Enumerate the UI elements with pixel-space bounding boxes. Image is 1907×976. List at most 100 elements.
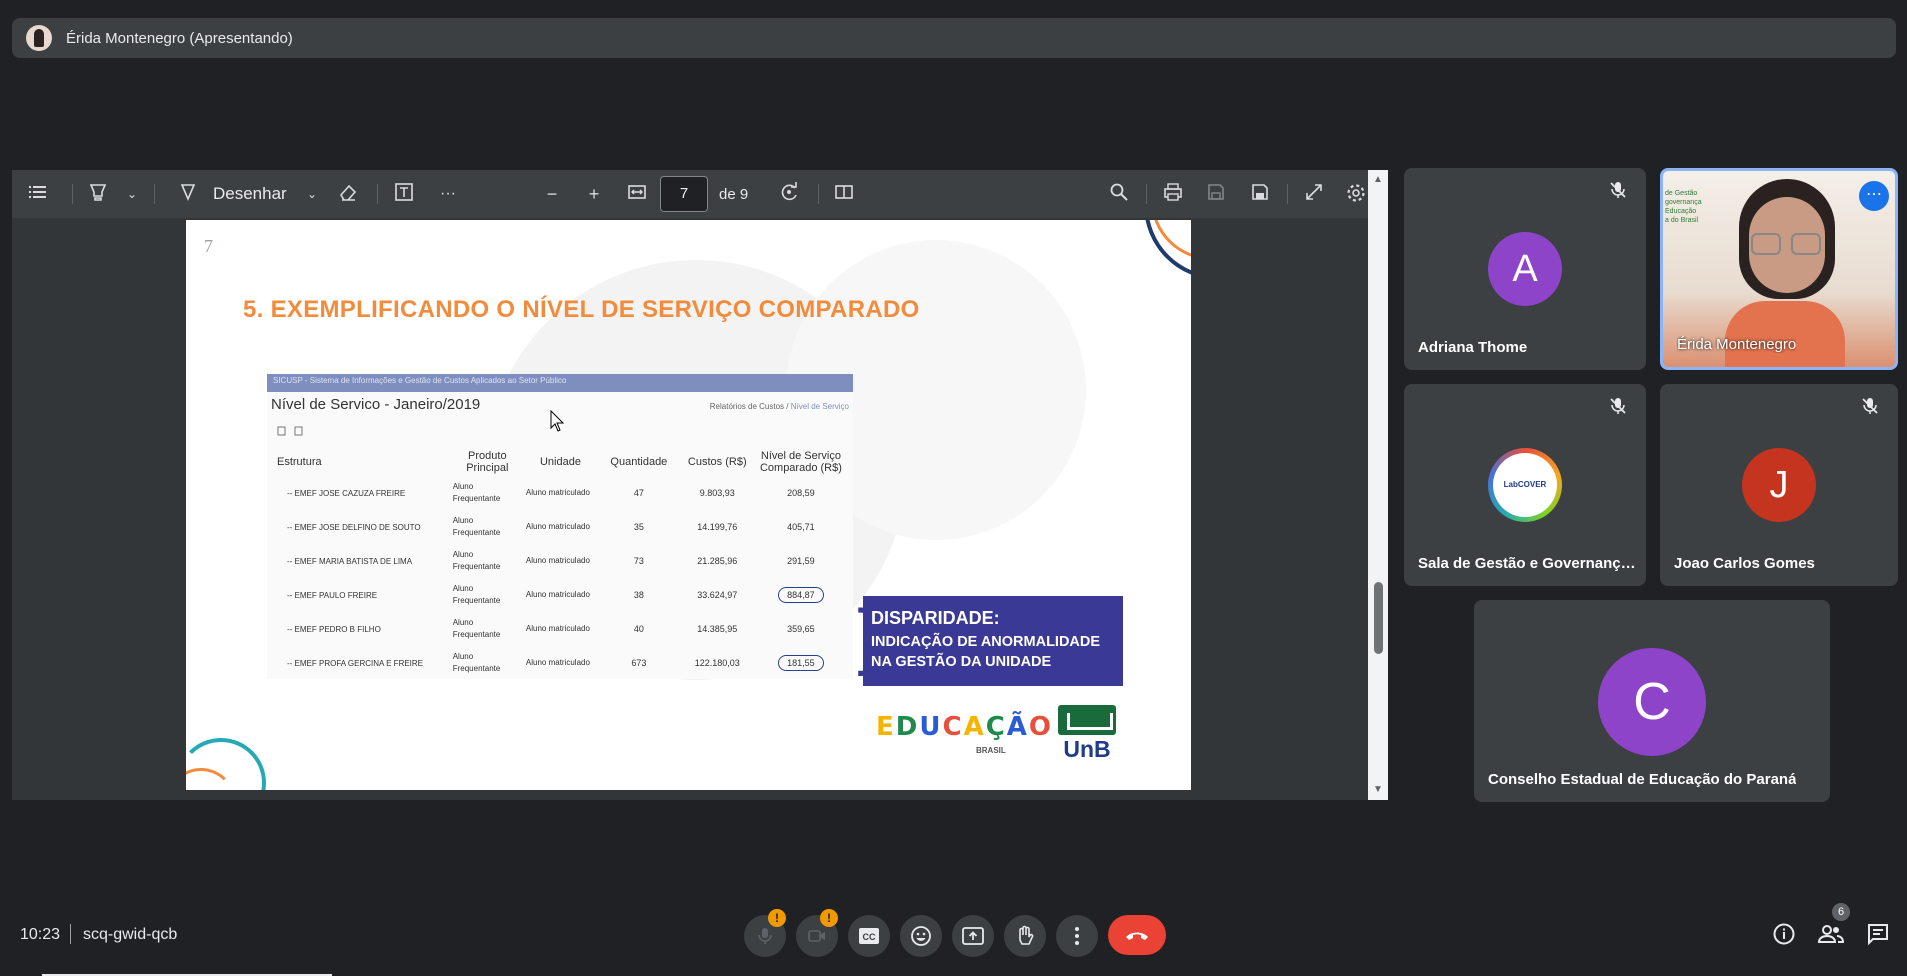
camera-background-text: de Gestão governança Educação a do Brasi… xyxy=(1665,190,1702,224)
zoom-in-icon[interactable]: + xyxy=(582,182,606,206)
chevron-down-icon[interactable]: ⌄ xyxy=(120,182,144,206)
scroll-up-arrow-icon[interactable]: ▲ xyxy=(1372,174,1384,185)
rotate-icon[interactable] xyxy=(778,182,802,206)
table-row: -- EMEF PEDRO B FILHO Aluno Frequentante A… xyxy=(273,612,848,646)
zoom-out-icon[interactable]: − xyxy=(540,182,564,206)
participant-name: Joao Carlos Gomes xyxy=(1674,555,1815,572)
more-icon[interactable]: ··· xyxy=(436,182,460,206)
meeting-code: scq-gwid-qcb xyxy=(83,926,178,943)
cell-nivel: 359,65 xyxy=(787,624,815,634)
avatar: J xyxy=(1742,448,1816,522)
cell-estrutura: -- EMEF JOSE DELFINO DE SOUTO xyxy=(287,522,421,532)
cell-estrutura: -- EMEF JOSE CAZUZA FREIRE xyxy=(287,488,406,498)
table-row: -- EMEF JOSE CAZUZA FREIRE Aluno Frequent… xyxy=(273,476,848,510)
two-page-icon[interactable] xyxy=(832,182,856,206)
toolbar-divider xyxy=(72,184,73,204)
page-number-input[interactable]: 7 xyxy=(660,176,708,212)
eraser-icon[interactable] xyxy=(336,182,360,206)
pdf-viewer: ⌄ Desenhar ⌄ ··· − + 7 de 9 7 5. EXEMPLI… xyxy=(12,170,1388,800)
report-title: Nível de Servico - Janeiro/2019 xyxy=(271,396,481,413)
glasses-icon xyxy=(1751,233,1781,255)
cell-quantidade: 35 xyxy=(633,522,644,532)
captions-button[interactable]: CC xyxy=(848,915,890,957)
column-header: Nível de Serviço Comparado (R$) xyxy=(759,450,842,474)
column-header: Quantidade xyxy=(610,456,668,468)
outline-icon[interactable] xyxy=(26,182,50,206)
cell-custos: 122.180,03 xyxy=(694,658,740,668)
emoji-button[interactable] xyxy=(900,915,942,957)
cell-produto: Aluno Frequentante xyxy=(452,516,501,537)
cell-unidade: Aluno matriculado xyxy=(525,624,590,633)
glasses-icon xyxy=(1791,233,1821,255)
camera-button[interactable]: ! xyxy=(796,909,838,957)
cell-quantidade: 673 xyxy=(631,658,647,668)
cell-quantidade: 47 xyxy=(633,488,644,498)
leave-call-button[interactable] xyxy=(1108,915,1166,955)
participant-name: Sala de Gestão e Governança do Brasil xyxy=(1418,555,1638,572)
mic-button[interactable]: ! xyxy=(744,909,786,957)
scroll-down-arrow-icon[interactable]: ▼ xyxy=(1372,784,1384,795)
mic-muted-icon xyxy=(1860,396,1884,420)
participant-name: Érida Montenegro xyxy=(1677,336,1797,353)
participant-tile[interactable]: LabCOVER Sala de Gestão e Governança do … xyxy=(1404,384,1646,586)
highlighter-icon[interactable] xyxy=(86,182,110,206)
svg-text:CC: CC xyxy=(863,932,876,942)
cell-nivel: 291,59 xyxy=(787,556,815,566)
camera-off-icon xyxy=(808,930,825,942)
draw-label[interactable]: Desenhar xyxy=(213,184,287,204)
disparity-callout: DISPARIDADE: INDICAÇÃO DE ANORMALIDADE N… xyxy=(863,596,1123,686)
educacao-logo: EDUCAÇÃO xyxy=(876,712,1051,742)
search-icon[interactable] xyxy=(1107,182,1131,206)
pdf-scroll-thumb[interactable] xyxy=(1374,582,1383,654)
save-as-icon[interactable] xyxy=(1248,182,1272,206)
present-button[interactable] xyxy=(952,915,994,957)
text-box-icon[interactable] xyxy=(392,182,416,206)
cell-custos: 9.803,93 xyxy=(699,488,735,498)
fit-width-icon[interactable] xyxy=(625,182,649,206)
unb-logo: UnB xyxy=(1056,705,1118,763)
callout-line: NA GESTÃO DA UNIDADE xyxy=(871,654,1052,670)
emoji-icon xyxy=(911,926,931,946)
highlight-ring: 181,55 xyxy=(778,655,824,671)
chevron-down-icon[interactable]: ⌄ xyxy=(300,182,324,206)
people-icon[interactable] xyxy=(1817,922,1845,948)
settings-icon[interactable] xyxy=(1344,182,1368,206)
page-total: de 9 xyxy=(719,186,749,203)
pdf-toolbar: ⌄ Desenhar ⌄ ··· − + 7 de 9 xyxy=(12,170,1368,218)
highlight-ring: 884,87 xyxy=(778,587,824,603)
report-breadcrumb: Relatórios de Custos / Nível de Serviço xyxy=(709,402,849,411)
cell-custos: 14.385,95 xyxy=(697,624,738,634)
more-options-icon[interactable]: ⋯ xyxy=(1859,181,1889,211)
unb-mark-icon xyxy=(1058,705,1116,735)
participant-tile[interactable]: C Conselho Estadual de Educação do Paran… xyxy=(1474,600,1830,802)
raise-hand-button[interactable] xyxy=(1004,915,1046,957)
mic-muted-icon xyxy=(1608,396,1632,420)
logo-letter: U xyxy=(919,712,941,742)
column-header: Produto Principal xyxy=(466,450,509,474)
divider xyxy=(70,924,71,944)
more-options-button[interactable] xyxy=(1056,915,1098,957)
logo-letter: D xyxy=(895,712,918,742)
participant-tile-video[interactable]: de Gestão governança Educação a do Brasi… xyxy=(1660,168,1898,370)
hangup-icon xyxy=(1126,932,1148,940)
logo-letter: C xyxy=(942,712,962,742)
cell-estrutura: -- EMEF PAULO FREIRE xyxy=(287,590,378,600)
fullscreen-icon[interactable] xyxy=(1302,182,1326,206)
participant-tile[interactable]: A Adriana Thome xyxy=(1404,168,1646,370)
participant-tile[interactable]: J Joao Carlos Gomes xyxy=(1660,384,1898,586)
print-icon[interactable] xyxy=(1161,182,1185,206)
cell-unidade: Aluno matriculado xyxy=(525,488,590,497)
chat-icon[interactable] xyxy=(1866,922,1892,948)
mouse-cursor-icon xyxy=(550,410,564,432)
people-count-badge: 6 xyxy=(1832,903,1850,921)
slide-number: 7 xyxy=(204,236,213,256)
cell-custos: 21.285,96 xyxy=(697,556,738,566)
raise-hand-icon xyxy=(1019,925,1034,945)
pdf-scrollbar[interactable] xyxy=(1368,170,1388,800)
toolbar-divider xyxy=(1287,184,1288,204)
save-icon[interactable] xyxy=(1204,182,1228,206)
table-row: -- EMEF PROFA GERCINA E FREIRE Aluno Freq… xyxy=(273,646,848,679)
pen-icon[interactable] xyxy=(176,182,200,206)
logo-letter: A xyxy=(963,712,984,742)
info-icon[interactable] xyxy=(1772,922,1798,948)
